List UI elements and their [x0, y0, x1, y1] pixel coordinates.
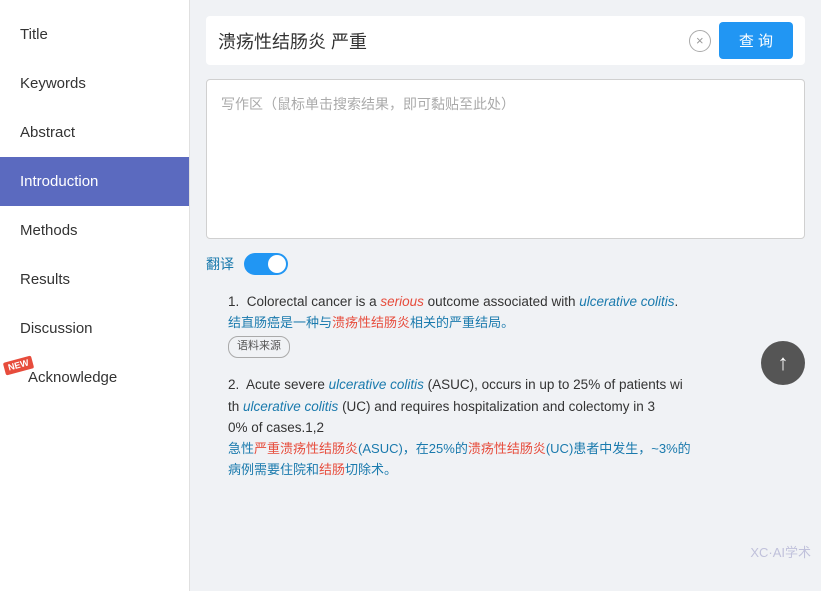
result-en-uc: ulcerative colitis	[579, 294, 674, 309]
clear-button[interactable]: ×	[689, 30, 711, 52]
result-zh-serious: 严重	[449, 315, 475, 330]
result-zh-text: 结直肠癌是一种与溃疡性结肠炎相关的严重结局。	[228, 313, 805, 334]
result-zh-highlight2: 严重溃疡性结肠炎	[254, 441, 358, 456]
result-zh-highlight: 溃疡性结肠炎	[332, 315, 410, 330]
sidebar-item-title[interactable]: Title	[0, 10, 189, 59]
result-number: 2.	[228, 377, 243, 392]
result-zh-highlight4: 结肠	[319, 462, 345, 477]
result-number: 1.	[228, 294, 243, 309]
sidebar-item-results[interactable]: Results	[0, 255, 189, 304]
write-area[interactable]: 写作区（鼠标单击搜索结果，即可黏贴至此处）	[206, 79, 805, 239]
sidebar-item-discussion[interactable]: Discussion	[0, 304, 189, 353]
result-en-period: .	[675, 294, 679, 309]
sidebar-item-acknowledge[interactable]: NEW Acknowledge	[0, 353, 189, 402]
sidebar-item-label: Acknowledge	[28, 369, 117, 386]
search-button[interactable]: 查 询	[719, 22, 793, 59]
main-content: × 查 询 写作区（鼠标单击搜索结果，即可黏贴至此处） 翻译 1. Colore…	[190, 0, 821, 591]
sidebar-item-label: Results	[20, 271, 70, 288]
scroll-up-button[interactable]: ↑	[761, 341, 805, 385]
result-en-segment: Colorectal cancer is a	[247, 294, 381, 309]
sidebar-item-label: Abstract	[20, 124, 75, 141]
sidebar-item-keywords[interactable]: Keywords	[0, 59, 189, 108]
translate-toggle[interactable]	[244, 253, 288, 275]
translate-label: 翻译	[206, 254, 234, 274]
sidebar-item-abstract[interactable]: Abstract	[0, 108, 189, 157]
sidebar-item-methods[interactable]: Methods	[0, 206, 189, 255]
watermark: XC·AI学术	[750, 542, 811, 561]
sidebar-item-label: Discussion	[20, 320, 93, 337]
sidebar-item-label: Introduction	[20, 173, 98, 190]
result-zh-highlight3: 溃疡性结肠炎	[468, 441, 546, 456]
toggle-knob	[268, 255, 286, 273]
result-item: 1. Colorectal cancer is a serious outcom…	[206, 291, 805, 358]
result-zh-text2: 急性严重溃疡性结肠炎(ASUC)，在25%的溃疡性结肠炎(UC)患者中发生，~3…	[228, 439, 805, 481]
sidebar-item-label: Title	[20, 26, 48, 43]
sidebar-item-introduction[interactable]: Introduction	[0, 157, 189, 206]
result-en-serious: serious	[380, 294, 424, 309]
sidebar-item-label: Methods	[20, 222, 78, 239]
result-en-uc3: ulcerative colitis	[243, 399, 338, 414]
translate-row: 翻译	[206, 253, 805, 275]
sidebar: Title Keywords Abstract Introduction Met…	[0, 0, 190, 591]
result-en-text: 2. Acute severe ulcerative colitis (ASUC…	[228, 374, 805, 439]
result-en-text: 1. Colorectal cancer is a serious outcom…	[228, 291, 805, 313]
results-list: 1. Colorectal cancer is a serious outcom…	[206, 291, 805, 480]
search-bar: × 查 询	[206, 16, 805, 65]
write-area-placeholder: 写作区（鼠标单击搜索结果，即可黏贴至此处）	[221, 96, 515, 112]
result-en-segment: Acute severe	[246, 377, 329, 392]
source-tag[interactable]: 语料来源	[228, 336, 290, 358]
result-item: 2. Acute severe ulcerative colitis (ASUC…	[206, 374, 805, 480]
search-input[interactable]	[218, 30, 681, 51]
sidebar-item-label: Keywords	[20, 75, 86, 92]
result-en-uc2: ulcerative colitis	[329, 377, 424, 392]
result-en-segment2: outcome associated with	[424, 294, 579, 309]
scroll-up-icon: ↑	[778, 350, 789, 376]
